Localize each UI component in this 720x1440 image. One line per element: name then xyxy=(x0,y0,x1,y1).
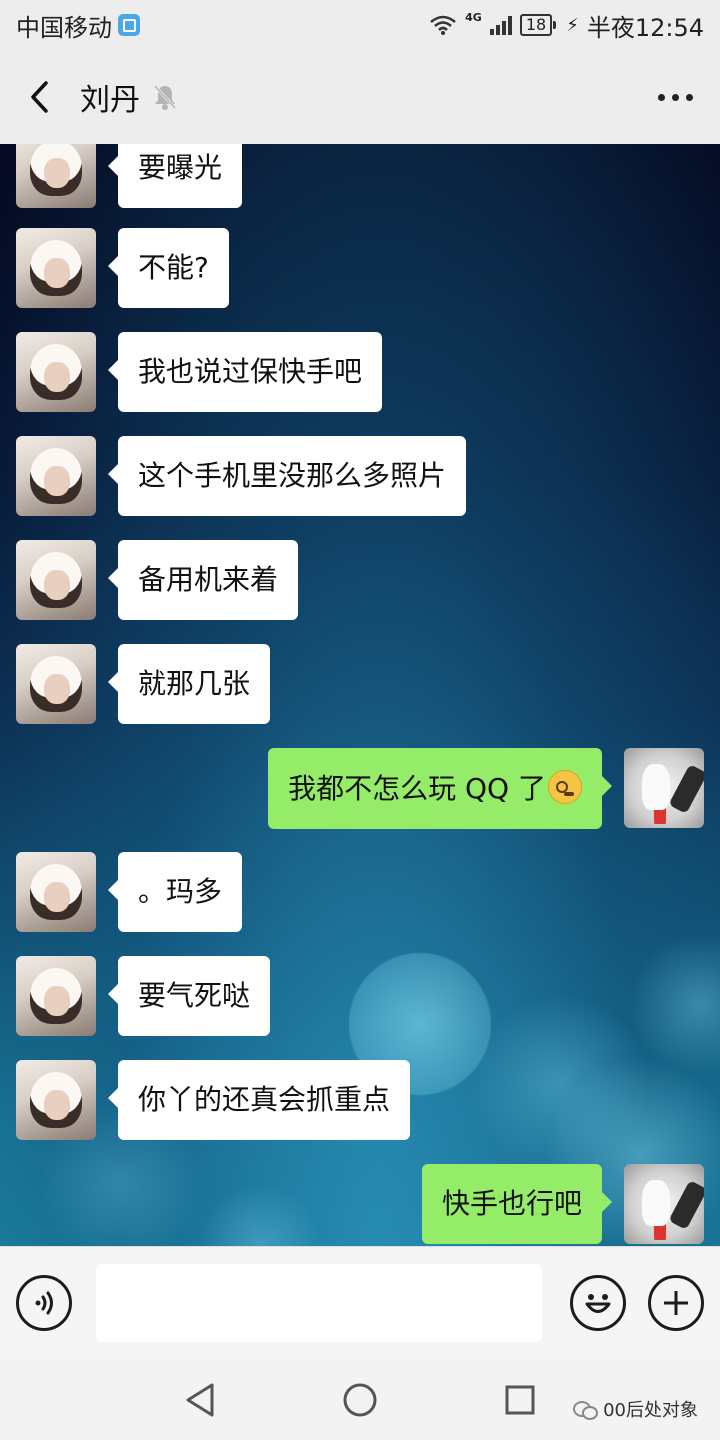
back-triangle-icon xyxy=(186,1383,214,1417)
message-bubble[interactable]: 要曝光 xyxy=(107,144,243,208)
self-avatar[interactable] xyxy=(624,748,704,828)
self-avatar[interactable] xyxy=(624,1164,704,1244)
input-bar xyxy=(0,1246,720,1358)
home-circle-icon xyxy=(343,1383,377,1417)
carrier-badge-icon xyxy=(118,14,140,36)
more-options-button[interactable] xyxy=(650,77,700,117)
status-time: 半夜12:54 xyxy=(586,13,704,42)
message-left: 我也说过保快手吧 xyxy=(16,332,383,412)
message-left: 不能? xyxy=(16,228,229,308)
message-bubble[interactable]: 就那几张 xyxy=(107,644,271,724)
thinking-face-emoji xyxy=(548,770,582,804)
muted-bell-icon xyxy=(152,83,178,111)
message-bubble[interactable]: 这个手机里没那么多照片 xyxy=(107,436,467,516)
message-left: 备用机来着 xyxy=(16,540,299,620)
voice-button[interactable] xyxy=(16,1274,72,1331)
status-bar: 中国移动 4G 18 ⚡ 半夜12:54 xyxy=(0,0,720,50)
contact-avatar[interactable] xyxy=(16,332,96,412)
message-text: 我都不怎么玩 QQ 了 xyxy=(288,772,546,805)
system-navigation-bar: 00后处对象 xyxy=(0,1358,720,1440)
message-bubble[interactable]: 备用机来着 xyxy=(107,540,299,620)
contact-avatar[interactable] xyxy=(16,540,96,620)
emoji-icon xyxy=(585,1293,611,1313)
wifi-icon xyxy=(430,15,456,35)
message-bubble[interactable]: 我都不怎么玩 QQ 了 xyxy=(268,748,612,829)
message-right: 快手也行吧 xyxy=(421,1164,704,1244)
watermark-text: 00后处对象 xyxy=(603,1400,698,1421)
message-left: 这个手机里没那么多照片 xyxy=(16,436,467,516)
message-right: 我都不怎么玩 QQ 了 xyxy=(268,748,704,829)
emoji-button[interactable] xyxy=(570,1274,626,1331)
message-bubble[interactable]: 。玛多 xyxy=(107,852,243,932)
battery-level: 18 xyxy=(525,15,547,34)
network-type: 4G xyxy=(465,10,482,24)
more-functions-button[interactable] xyxy=(648,1274,704,1331)
message-left: 就那几张 xyxy=(16,644,271,724)
battery-icon: 18 xyxy=(519,14,557,36)
message-left: 要气死哒 xyxy=(16,956,271,1036)
chat-header: 刘丹 xyxy=(0,50,720,144)
status-indicators: 4G 18 ⚡ 半夜12:54 xyxy=(429,8,704,43)
message-bubble[interactable]: 不能? xyxy=(108,228,229,308)
contact-avatar[interactable] xyxy=(16,436,96,516)
contact-avatar[interactable] xyxy=(16,144,96,208)
chat-message-area[interactable]: 要曝光 不能? 我也说过保快手吧 这个手机里没那么多照片 备用机来着 就那几张 … xyxy=(0,144,720,1246)
back-button[interactable] xyxy=(20,77,60,117)
recents-square-icon xyxy=(505,1385,535,1415)
message-bubble[interactable]: 我也说过保快手吧 xyxy=(107,332,383,412)
message-left: 。玛多 xyxy=(16,852,243,932)
charging-bolt-icon: ⚡ xyxy=(566,14,579,36)
signal-icon xyxy=(489,15,512,35)
contact-avatar[interactable] xyxy=(16,644,96,724)
message-bubble[interactable]: 你丫的还真会抓重点 xyxy=(107,1060,411,1140)
contact-avatar[interactable] xyxy=(16,852,96,932)
message-bubble[interactable]: 要气死哒 xyxy=(107,956,271,1036)
back-chevron-icon xyxy=(31,81,48,113)
contact-avatar[interactable] xyxy=(16,228,96,308)
chat-title: 刘丹 xyxy=(80,83,140,118)
system-home-button[interactable] xyxy=(340,1380,380,1420)
contact-avatar[interactable] xyxy=(16,1060,96,1140)
watermark: 00后处对象 xyxy=(573,1396,698,1422)
message-input[interactable] xyxy=(96,1263,542,1342)
system-recents-button[interactable] xyxy=(500,1380,540,1420)
more-dots-icon xyxy=(657,93,665,101)
wechat-logo-icon xyxy=(573,1399,599,1420)
plus-icon xyxy=(664,1290,688,1315)
message-left: 你丫的还真会抓重点 xyxy=(16,1060,411,1140)
system-back-button[interactable] xyxy=(180,1380,220,1420)
carrier-name: 中国移动 xyxy=(16,13,112,42)
message-left: 要曝光 xyxy=(16,144,243,208)
contact-avatar[interactable] xyxy=(16,956,96,1036)
message-bubble[interactable]: 快手也行吧 xyxy=(421,1164,613,1244)
carrier-info: 中国移动 xyxy=(16,8,140,43)
voice-icon xyxy=(35,1291,53,1314)
